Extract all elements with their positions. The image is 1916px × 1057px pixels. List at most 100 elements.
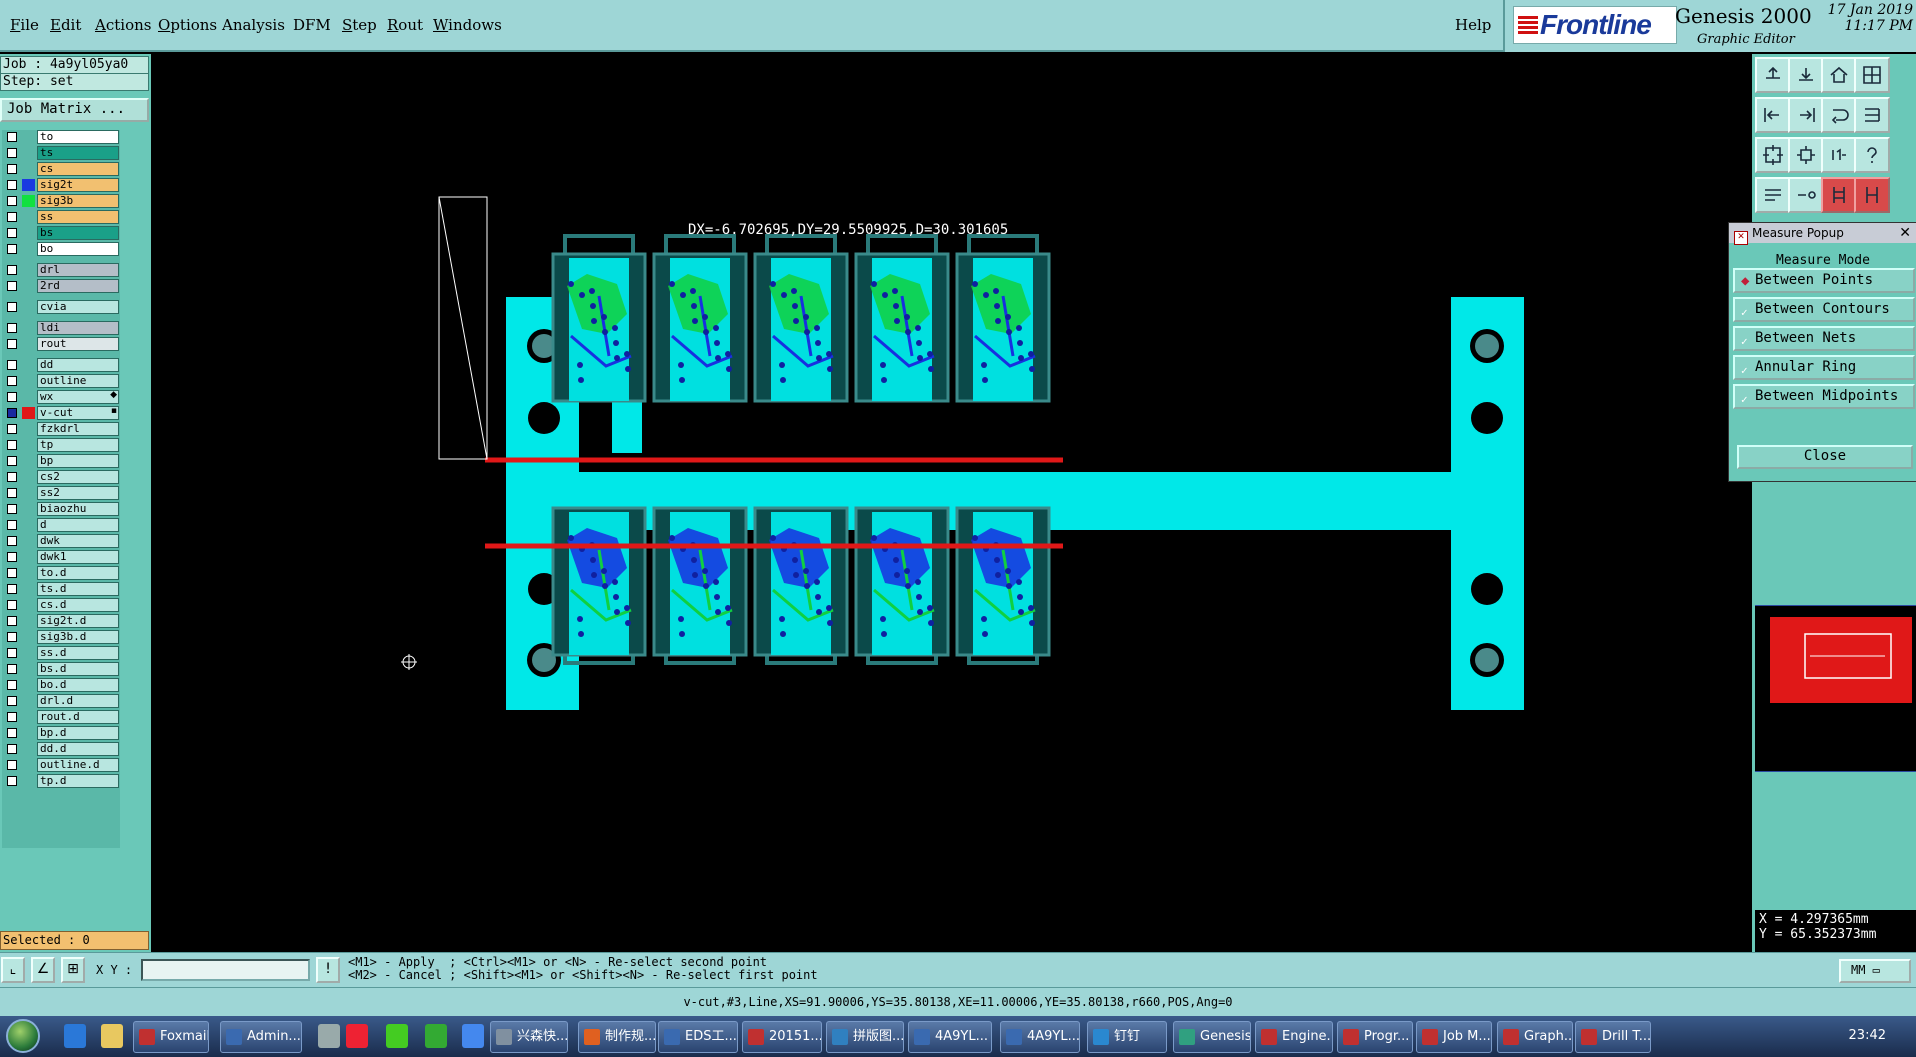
layer-name[interactable]: v-cut [37,406,119,420]
net-highlight-icon[interactable] [1854,177,1890,213]
layer-checkbox[interactable] [7,228,17,238]
pan-right-icon[interactable] [1788,97,1824,133]
layer-checkbox[interactable] [7,472,17,482]
layer-row[interactable]: sig2t [2,178,120,193]
measure-icon[interactable] [1755,177,1791,213]
layer-checkbox[interactable] [7,600,17,610]
layer-row[interactable]: ss [2,210,120,225]
layer-row[interactable]: dwk1 [2,550,120,565]
layer-name[interactable]: bs [37,226,119,240]
layer-row[interactable]: dwk [2,534,120,549]
layer-checkbox[interactable] [7,520,17,530]
grid-icon[interactable]: ⊞ [61,957,85,983]
layer-checkbox[interactable] [7,265,17,275]
page-down-icon[interactable] [1788,57,1824,93]
taskbar-item[interactable]: Engine... [1255,1021,1333,1053]
layer-checkbox[interactable] [7,408,17,418]
menu-step[interactable]: Step [342,16,377,34]
layer-name[interactable]: cvia [37,300,119,314]
home-icon[interactable] [1821,57,1857,93]
taskbar-item[interactable]: 拼版图... [826,1021,904,1053]
layer-name[interactable]: to.d [37,566,119,580]
layer-checkbox[interactable] [7,376,17,386]
measure-option-annular-ring[interactable]: ✓ Annular Ring [1733,355,1915,380]
layer-checkbox[interactable] [7,196,17,206]
layer-name[interactable]: rout.d [37,710,119,724]
layer-row[interactable]: to [2,130,120,145]
layer-name[interactable]: outline.d [37,758,119,772]
layer-row[interactable]: outline [2,374,120,389]
layer-checkbox[interactable] [7,648,17,658]
layer-row[interactable]: cs.d [2,598,120,613]
layer-name[interactable]: ss2 [37,486,119,500]
layer-checkbox[interactable] [7,440,17,450]
menu-analysis[interactable]: Analysis [222,16,285,34]
zoom-1to1-icon[interactable] [1821,137,1857,173]
layer-row[interactable]: rout [2,337,120,352]
zoom-window-icon[interactable] [1788,137,1824,173]
taskbar-item[interactable]: Foxmail [133,1021,209,1053]
layer-name[interactable]: dwk [37,534,119,548]
layer-row[interactable]: ss.d [2,646,120,661]
layer-checkbox[interactable] [7,302,17,312]
taskbar-item[interactable]: 4A9YL... [908,1021,992,1053]
taskbar-item[interactable]: EDS工... [658,1021,738,1053]
layer-checkbox[interactable] [7,456,17,466]
taskbar-item[interactable]: 20151... [742,1021,822,1053]
layer-row[interactable]: cs [2,162,120,177]
page-up-icon[interactable] [1755,57,1791,93]
layer-row[interactable]: bo [2,242,120,257]
angle-icon[interactable]: ∠ [31,957,55,983]
layer-checkbox[interactable] [7,164,17,174]
layer-name[interactable]: ss.d [37,646,119,660]
layer-name[interactable]: cs [37,162,119,176]
close-icon[interactable]: ✕ [1899,223,1911,243]
layer-row[interactable]: sig3b.d [2,630,120,645]
menu-file[interactable]: File [10,16,39,34]
layer-checkbox[interactable] [7,244,17,254]
quick-launch-icon[interactable] [346,1024,368,1048]
layer-checkbox[interactable] [7,392,17,402]
layer-checkbox[interactable] [7,744,17,754]
layer-row[interactable]: dd [2,358,120,373]
quick-launch-icon[interactable] [318,1024,340,1048]
layer-row[interactable]: bp.d [2,726,120,741]
redraw-icon[interactable] [1854,97,1890,133]
info-icon[interactable]: ! [316,957,340,983]
layer-name[interactable]: outline [37,374,119,388]
layer-row[interactable]: sig2t.d [2,614,120,629]
menu-actions[interactable]: Actions [95,16,151,34]
layer-name[interactable]: bs.d [37,662,119,676]
layer-row[interactable]: biaozhu [2,502,120,517]
layer-row[interactable]: sig3b [2,194,120,209]
layer-name[interactable]: bo.d [37,678,119,692]
layer-checkbox[interactable] [7,323,17,333]
layer-checkbox[interactable] [7,180,17,190]
taskbar-item[interactable]: Progr... [1337,1021,1413,1053]
taskbar-item[interactable]: Admin... [220,1021,302,1053]
menu-dfm[interactable]: DFM [293,16,331,34]
layer-checkbox[interactable] [7,728,17,738]
taskbar-item[interactable]: 制作规... [578,1021,656,1053]
layer-row[interactable]: v-cut ▪ [2,406,120,421]
job-matrix-button[interactable]: Job Matrix ... [0,98,149,122]
layer-row[interactable]: bs.d [2,662,120,677]
layer-name[interactable]: ss [37,210,119,224]
layer-row[interactable]: dd.d [2,742,120,757]
graphic-canvas[interactable]: DX=-6.702695,DY=29.5509925,D=30.301605 [151,54,1752,952]
layer-row[interactable]: rout.d [2,710,120,725]
menu-options[interactable]: Options [158,16,217,34]
zoom-fit-icon[interactable] [1755,137,1791,173]
layer-name[interactable]: bo [37,242,119,256]
taskbar-item[interactable]: Drill T... [1575,1021,1651,1053]
layer-row[interactable]: cvia [2,300,120,315]
layer-row[interactable]: ts.d [2,582,120,597]
layer-checkbox[interactable] [7,568,17,578]
layer-row[interactable]: 2rd [2,279,120,294]
layer-name[interactable]: fzkdrl [37,422,119,436]
taskbar-item[interactable]: Genesis [1173,1021,1251,1053]
net-select-icon[interactable] [1821,177,1857,213]
layer-row[interactable]: tp [2,438,120,453]
quick-launch-icon[interactable] [386,1024,408,1048]
layer-checkbox[interactable] [7,339,17,349]
